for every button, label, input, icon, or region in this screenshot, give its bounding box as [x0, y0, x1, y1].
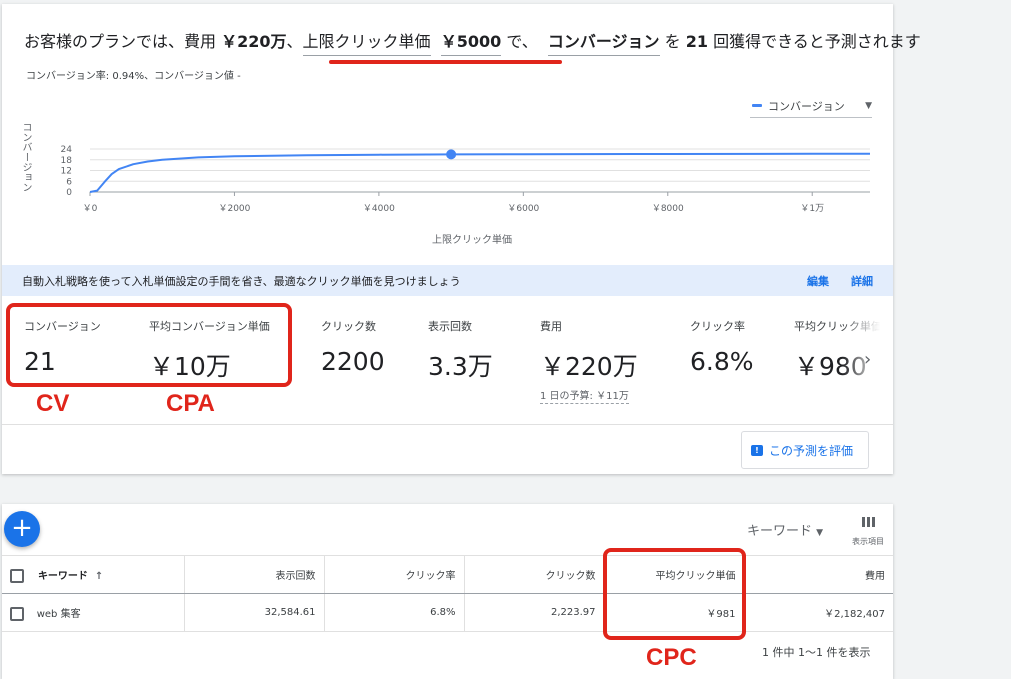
x-tick-label: ￥0: [83, 204, 98, 214]
metric-label: クリック率: [690, 320, 745, 333]
x-tick-label: ￥4000: [363, 204, 395, 214]
metric-label: 費用: [540, 320, 562, 333]
header-label: キーワード: [37, 570, 88, 582]
keyword-cell: web 集客: [2, 593, 184, 632]
selected-point: [446, 149, 457, 160]
y-tick-label: 6: [66, 177, 72, 187]
cost-cell: ￥2,182,407: [743, 593, 893, 632]
x-tick-label: ￥8000: [652, 204, 684, 214]
ctr-column-header[interactable]: クリック率: [323, 555, 464, 594]
impressions-column-header[interactable]: 表示回数: [183, 555, 324, 594]
table-row[interactable]: web 集客 32,584.61 6.8% 2,223.97 ￥981 ￥2,1…: [2, 593, 893, 632]
metric-value: ￥220万: [540, 352, 638, 381]
edit-link[interactable]: 編集: [807, 273, 829, 289]
feedback-icon: !: [751, 444, 763, 456]
chevron-right-icon[interactable]: ›: [864, 349, 871, 370]
metric-impressions[interactable]: 表示回数 3.3万: [428, 318, 493, 383]
keyword-dropdown-label: キーワード: [747, 524, 813, 539]
keyword-text: web 集客: [36, 608, 81, 620]
divider: [2, 424, 893, 425]
cpa-annotation: CPA: [166, 390, 215, 417]
forecast-chart: 06121824 ￥0 ￥2000 ￥4000 ￥6000 ￥8000 ￥1万: [61, 145, 871, 214]
keyword-view-dropdown[interactable]: キーワード ▼: [747, 520, 823, 539]
evaluate-button-label: この予測を評価: [769, 443, 854, 458]
impressions-cell: 32,584.61: [183, 593, 324, 632]
cv-annotation: CV: [36, 390, 70, 417]
daily-budget-note[interactable]: 1 日の予算: ￥11万: [540, 387, 629, 404]
sort-arrow-icon: ↑: [94, 570, 104, 582]
x-tick-label: ￥1万: [800, 204, 824, 214]
chevron-down-icon: ▼: [816, 528, 824, 538]
y-tick-label: 12: [61, 167, 72, 177]
clicks-column-header[interactable]: クリック数: [463, 555, 604, 594]
evaluate-forecast-button[interactable]: ! この予測を評価: [741, 431, 869, 469]
metric-clicks[interactable]: クリック数 2200: [321, 318, 385, 376]
clicks-cell: 2,223.97: [463, 593, 604, 632]
columns-button-label: 表示項目: [852, 537, 884, 546]
metric-label: 表示回数: [428, 320, 472, 333]
keyword-table: キーワード ↑ 表示回数 クリック率 クリック数 平均クリック単価 費用 web…: [2, 555, 893, 632]
add-button[interactable]: +: [4, 511, 40, 547]
cv-cpa-highlight-box: [6, 303, 292, 387]
table-header-row: キーワード ↑ 表示回数 クリック率 クリック数 平均クリック単価 費用: [2, 555, 893, 594]
details-link[interactable]: 詳細: [851, 273, 873, 289]
columns-icon: [861, 517, 875, 527]
metric-label: クリック数: [321, 320, 376, 333]
y-tick-label: 18: [61, 156, 73, 166]
y-axis-title: コンバージョン: [20, 122, 31, 192]
metric-ctr[interactable]: クリック率 6.8%: [690, 318, 754, 376]
x-tick-label: ￥6000: [507, 204, 539, 214]
row-checkbox[interactable]: [10, 606, 24, 621]
metric-value: 6.8%: [690, 347, 754, 376]
cpc-annotation: CPC: [646, 644, 697, 671]
y-tick-label: 0: [66, 188, 72, 198]
cost-column-header[interactable]: 費用: [743, 555, 893, 594]
keyword-column-header[interactable]: キーワード ↑: [2, 555, 184, 594]
banner-text: 自動入札戦略を使って入札単価設定の手間を省き、最適なクリック単価を見つけましょう: [22, 274, 461, 288]
ctr-cell: 6.8%: [323, 593, 464, 632]
cpc-highlight-box: [603, 548, 746, 640]
pagination-text: 1 件中 1〜1 件を表示: [762, 646, 871, 659]
metric-cost[interactable]: 費用 ￥220万: [540, 318, 638, 383]
columns-button[interactable]: 表示項目: [848, 512, 888, 547]
auto-bidding-banner: 自動入札戦略を使って入札単価設定の手間を省き、最適なクリック単価を見つけましょう…: [2, 265, 893, 296]
select-all-checkbox[interactable]: [10, 568, 24, 583]
y-tick-label: 24: [61, 145, 73, 155]
x-tick-label: ￥2000: [218, 204, 250, 214]
metric-value: 3.3万: [428, 352, 493, 381]
forecast-card: お客様のプランでは、費用 ￥220万、上限クリック単価 ￥5000 で、 コンバ…: [2, 4, 921, 474]
metric-value: 2200: [321, 347, 385, 376]
x-axis-title: 上限クリック単価: [432, 235, 512, 246]
